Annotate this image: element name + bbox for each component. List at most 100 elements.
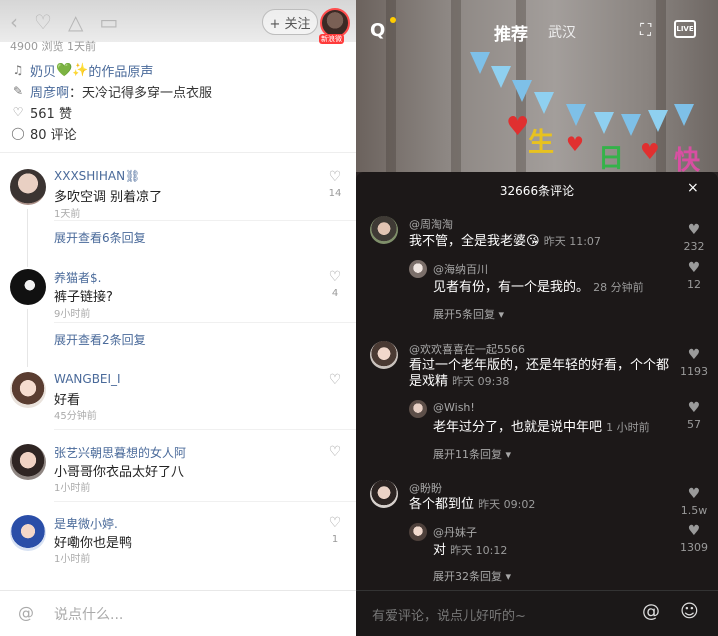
reply-body: 见者有份，有一个是我的。 <box>433 280 590 295</box>
like-heart-icon[interactable]: ♥ <box>686 260 702 276</box>
like-heart-icon[interactable]: ♥ <box>686 523 702 539</box>
comment-username[interactable]: @周淘淘 <box>409 216 453 232</box>
search-icon[interactable]: Q <box>370 20 385 41</box>
comment-avatar[interactable] <box>10 515 46 551</box>
desc-text: ：天冷记得多穿一点衣服 <box>69 85 213 101</box>
bunting-flag <box>674 104 694 126</box>
views-and-time: 4900 浏览 1天前 <box>10 40 96 53</box>
comment-avatar[interactable] <box>10 169 46 205</box>
reply-username[interactable]: @丹妹子 <box>433 524 477 540</box>
expand-replies-link[interactable]: 展开5条回复 ▾ <box>433 306 504 322</box>
comment-time: 45分钟前 <box>54 411 97 422</box>
close-icon[interactable]: × <box>687 180 699 196</box>
reply-body: 对 <box>433 543 447 558</box>
thread-line <box>27 209 28 267</box>
tab-recommend[interactable]: 推荐 <box>494 20 528 45</box>
comment-username[interactable]: XXXSHIHAN⛓ <box>54 169 140 183</box>
comments-row: ◯ 80 评论 <box>10 123 212 143</box>
expand-replies-link[interactable]: 展开32条回复 ▾ <box>433 568 511 584</box>
birthday-letter-decoration: 日 <box>598 144 625 174</box>
share-icon[interactable]: ▭ <box>99 10 118 34</box>
back-icon[interactable]: ‹ <box>10 10 18 34</box>
reply-avatar[interactable] <box>409 260 427 278</box>
live-icon[interactable]: LIVE <box>674 20 696 38</box>
like-heart-icon[interactable]: ♥ <box>686 486 702 502</box>
comment-input[interactable]: 说点什么... <box>54 604 123 624</box>
tab-city[interactable]: 武汉 <box>548 22 576 42</box>
reply-time: 1 小时前 <box>606 421 650 434</box>
heart-icon[interactable]: ♡ <box>34 10 52 34</box>
comments-count-title: 32666条评论 <box>499 184 575 198</box>
at-mention-icon[interactable]: @ <box>18 603 34 622</box>
comment-username[interactable]: 张艺兴朝思暮想的女人阿 <box>54 444 186 461</box>
comment-username[interactable]: 是卑微小婷. <box>54 515 118 532</box>
music-user: 奶贝 <box>30 64 57 80</box>
reply-username[interactable]: @海纳百川 <box>433 261 488 277</box>
comment-text: 好嘞你也是鸭 <box>54 536 133 551</box>
comment-username[interactable]: WANGBEI_I <box>54 372 121 386</box>
reply-avatar[interactable] <box>409 523 427 541</box>
like-heart-icon[interactable]: ♥ <box>686 347 702 363</box>
desc-user[interactable]: 周彦啊 <box>30 82 69 101</box>
comment-input-bar[interactable]: @ 说点什么... <box>0 590 356 636</box>
like-heart-icon[interactable]: ♡ <box>327 444 343 460</box>
like-count: 4 <box>331 288 339 299</box>
comment-avatar[interactable] <box>10 372 46 408</box>
comment-body: 我不管，全是我老婆😘 <box>409 234 540 249</box>
scan-icon[interactable]: ⛶ <box>640 20 651 40</box>
comment-text: 多吹空调 别着凉了 <box>54 190 163 205</box>
like-count: 1 <box>331 534 339 545</box>
comment-input-bar[interactable]: 有爱评论，说点儿好听的~ @ ☺ <box>356 590 718 636</box>
comment-avatar[interactable] <box>370 341 398 369</box>
warning-icon[interactable]: △ <box>68 10 83 34</box>
follow-button[interactable]: + 关注 <box>262 9 318 35</box>
comment-avatar[interactable] <box>10 269 46 305</box>
thread-line <box>27 309 28 367</box>
pencil-icon: ✎ <box>12 84 24 98</box>
reply-text: 老年过分了，也就是说中年吧 1 小时前 <box>433 420 650 436</box>
bunting-flag <box>648 110 668 132</box>
comment-divider <box>54 501 356 502</box>
like-heart-icon[interactable]: ♡ <box>327 169 343 185</box>
comment-time: 9小时前 <box>54 309 91 320</box>
comment-time: 昨天 09:02 <box>478 498 536 511</box>
comment-avatar[interactable] <box>370 216 398 244</box>
music-emoji: 💚✨ <box>56 62 89 78</box>
screenshot-root: ‹ ♡ △ ▭ + 关注 新浪微 4900 浏览 1天前 ♫ 奶贝 💚✨ 的作品… <box>0 0 718 636</box>
music-row[interactable]: ♫ 奶贝 💚✨ 的作品原声 <box>10 60 212 80</box>
reply-avatar[interactable] <box>409 400 427 418</box>
like-count: 1309 <box>680 541 708 554</box>
bunting-flag <box>621 114 641 136</box>
comment-time: 昨天 09:38 <box>452 375 510 388</box>
like-heart-icon[interactable]: ♡ <box>327 372 343 388</box>
comment-username[interactable]: 养猫者$. <box>54 269 101 286</box>
heart-decoration: ♥ <box>506 112 530 142</box>
comment-username[interactable]: @欢欢喜喜在一起5566 <box>409 341 525 357</box>
like-heart-icon[interactable]: ♡ <box>327 269 343 285</box>
comments-sheet: 32666条评论 × @周淘淘 我不管，全是我老婆😘 昨天 11:07 ♥ 23… <box>356 172 718 636</box>
like-count: 1.5w <box>680 504 708 517</box>
like-heart-icon[interactable]: ♥ <box>686 222 702 238</box>
bunting-flag <box>512 80 532 102</box>
comment-username[interactable]: @盼盼 <box>409 480 442 496</box>
expand-replies-link[interactable]: 展开11条回复 ▾ <box>433 446 511 462</box>
expand-replies-link[interactable]: 展开查看6条回复 <box>54 229 146 246</box>
video-top-nav: Q 推荐 武汉 ⛶ LIVE <box>356 0 718 60</box>
emoji-icon[interactable]: ☺ <box>680 601 699 622</box>
left-comment-page: ‹ ♡ △ ▭ + 关注 新浪微 4900 浏览 1天前 ♫ 奶贝 💚✨ 的作品… <box>0 0 356 636</box>
author-avatar[interactable]: 新浪微 <box>319 8 350 44</box>
like-heart-icon[interactable]: ♥ <box>686 400 702 416</box>
comment-avatar[interactable] <box>10 444 46 480</box>
comment-body-line1: 看过一个老年版的，还是年轻的好看，个个都 <box>409 358 670 373</box>
like-heart-icon[interactable]: ♡ <box>327 515 343 531</box>
comment-avatar[interactable] <box>370 480 398 508</box>
left-top-bar: ‹ ♡ △ ▭ + 关注 新浪微 <box>0 0 356 44</box>
comment-input[interactable]: 有爱评论，说点儿好听的~ <box>372 605 526 624</box>
reply-username[interactable]: @Wish! <box>433 401 475 414</box>
at-mention-icon[interactable]: @ <box>642 601 660 622</box>
bunting-flag <box>534 92 554 114</box>
comment-text: 小哥哥你衣品太好了八 <box>54 465 185 480</box>
reply-time: 昨天 10:12 <box>450 544 508 557</box>
expand-replies-link[interactable]: 展开查看2条回复 <box>54 331 146 348</box>
reply-divider <box>54 322 356 323</box>
